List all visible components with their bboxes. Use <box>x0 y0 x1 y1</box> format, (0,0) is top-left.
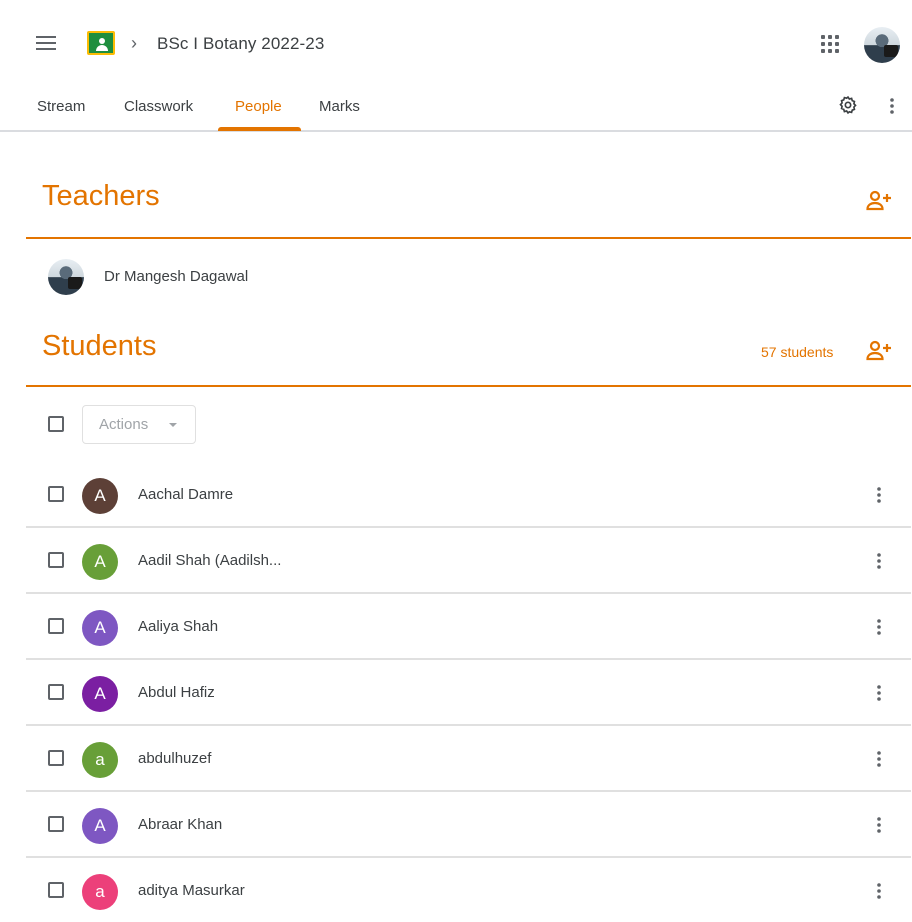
more-vert-icon[interactable] <box>869 551 889 571</box>
tab-classwork[interactable]: Classwork <box>124 98 193 115</box>
more-vert-icon[interactable] <box>869 815 889 835</box>
chevron-right-icon: › <box>131 33 137 53</box>
user-avatar[interactable] <box>864 27 900 63</box>
actions-label: Actions <box>99 416 149 433</box>
more-vert-icon[interactable] <box>869 749 889 769</box>
more-vert-icon[interactable] <box>869 485 889 505</box>
student-checkbox[interactable] <box>48 618 64 634</box>
student-checkbox[interactable] <box>48 816 64 832</box>
student-row[interactable]: A Aaliya Shah <box>26 594 911 660</box>
actions-dropdown[interactable]: Actions <box>82 405 196 444</box>
student-avatar: A <box>82 478 118 514</box>
more-vert-icon[interactable] <box>869 881 889 901</box>
students-divider <box>26 385 911 387</box>
student-checkbox[interactable] <box>48 552 64 568</box>
student-row[interactable]: a aditya Masurkar <box>26 858 911 922</box>
student-name: abdulhuzef <box>138 750 212 767</box>
student-row[interactable]: a abdulhuzef <box>26 726 911 792</box>
student-avatar: A <box>82 544 118 580</box>
tab-people[interactable]: People <box>235 98 282 115</box>
class-title[interactable]: BSc I Botany 2022-23 <box>157 34 324 54</box>
tab-bar: Stream Classwork People Marks <box>0 88 912 132</box>
student-name: Abraar Khan <box>138 816 223 833</box>
tab-stream[interactable]: Stream <box>37 98 85 115</box>
student-avatar: a <box>82 874 118 910</box>
student-row[interactable]: A Abraar Khan <box>26 792 911 858</box>
teacher-name: Dr Mangesh Dagawal <box>104 268 249 285</box>
more-vert-icon[interactable] <box>869 617 889 637</box>
student-name: Aadil Shah (Aadilsh... <box>138 552 282 569</box>
student-row[interactable]: A Aadil Shah (Aadilsh... <box>26 528 911 594</box>
gear-icon[interactable] <box>838 95 858 115</box>
top-bar: › BSc I Botany 2022-23 <box>0 0 912 88</box>
student-name: Aachal Damre <box>138 486 234 503</box>
student-name: Abdul Hafiz <box>138 684 215 701</box>
select-all-checkbox[interactable] <box>48 416 64 432</box>
student-name: aditya Masurkar <box>138 882 245 899</box>
student-avatar: A <box>82 808 118 844</box>
student-list: A Aachal Damre A Aadil Shah (Aadilsh... A Aal… <box>26 462 911 922</box>
student-checkbox[interactable] <box>48 684 64 700</box>
caret-down-icon <box>169 423 177 427</box>
classroom-logo-icon[interactable] <box>87 31 115 55</box>
teacher-avatar <box>48 259 84 295</box>
active-tab-indicator <box>218 127 301 131</box>
menu-icon[interactable] <box>36 36 56 52</box>
more-vert-icon[interactable] <box>882 96 902 116</box>
more-vert-icon[interactable] <box>869 683 889 703</box>
student-row[interactable]: A Abdul Hafiz <box>26 660 911 726</box>
student-avatar: A <box>82 676 118 712</box>
student-avatar: a <box>82 742 118 778</box>
student-name: Aaliya Shah <box>138 618 219 635</box>
student-checkbox[interactable] <box>48 486 64 502</box>
student-count: 57 students <box>761 344 834 360</box>
student-avatar: A <box>82 610 118 646</box>
student-checkbox[interactable] <box>48 882 64 898</box>
student-row[interactable]: A Aachal Damre <box>26 462 911 528</box>
add-teacher-icon[interactable] <box>866 190 892 212</box>
students-heading: Students <box>42 330 157 362</box>
teacher-row: Dr Mangesh Dagawal <box>26 254 911 300</box>
apps-grid-icon[interactable] <box>821 35 839 53</box>
student-checkbox[interactable] <box>48 750 64 766</box>
add-student-icon[interactable] <box>866 340 892 362</box>
teachers-divider <box>26 237 911 239</box>
teachers-heading: Teachers <box>42 180 160 212</box>
tab-marks[interactable]: Marks <box>319 98 360 115</box>
